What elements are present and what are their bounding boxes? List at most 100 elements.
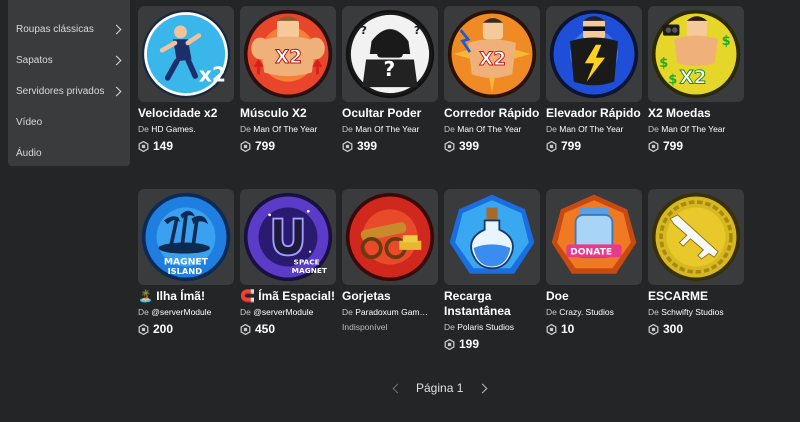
creator-link[interactable]: Man Of The Year [661,124,725,134]
chevron-right-icon [111,55,122,66]
potion-icon [449,194,535,274]
creator-link[interactable]: Polaris Studios [457,322,514,332]
item-name[interactable]: ESCARME [648,289,744,304]
item-name[interactable]: 🧲 Ímã Espacial! [240,289,336,304]
item-status: Indisponível [342,322,388,332]
svg-text:?: ? [384,57,396,81]
svg-text:?: ? [414,24,420,37]
item-creator: De Man Of The Year [240,124,318,134]
item-price: 399 [444,139,540,153]
svg-text:ISLAND: ISLAND [168,266,203,276]
sidebar-item-label: Roupas clássicas [16,24,94,35]
item-name[interactable]: Ocultar Poder [342,106,438,121]
item-price: 199 [444,337,540,351]
item-price: 799 [240,139,336,153]
robux-icon [240,140,251,152]
sidebar-item-shoes[interactable]: Sapatos [8,45,130,76]
item-card[interactable]: ESCARME De Schwifty Studios 300 [648,189,744,336]
svg-text:?: ? [361,24,367,37]
creator-link[interactable]: Schwifty Studios [661,307,723,317]
item-creator: De Polaris Studios [444,322,514,332]
chevron-right-icon [111,86,122,97]
item-thumbnail[interactable]: x2 [138,6,234,102]
robux-icon [444,338,455,350]
sidebar-item-label: Áudio [16,148,42,159]
item-name[interactable]: Velocidade x2 [138,106,234,121]
creator-link[interactable]: @serverModule [151,307,211,317]
item-price: 300 [648,322,744,336]
creator-link[interactable]: Man Of The Year [457,124,521,134]
item-creator: De @serverModule [138,307,212,317]
creator-link[interactable]: @serverModule [253,307,313,317]
creator-link[interactable]: Man Of The Year [559,124,623,134]
item-thumbnail[interactable]: X2 [240,6,336,102]
svg-text:x2: x2 [199,63,226,87]
space-magnet-icon: SPACE MAGNET [243,192,333,282]
item-card[interactable]: Gorjetas De Paradoxum Gam… Indisponível [342,189,438,332]
item-card[interactable]: DONATE Doe De Crazy. Studios 10 [546,189,642,336]
item-card[interactable]: X2 Músculo X2 De Man Of The Year 799 [240,6,336,153]
sidebar-item-private-servers[interactable]: Servidores privados [8,76,130,107]
previous-page-button[interactable] [386,377,408,399]
item-creator: De Paradoxum Gam… [342,307,428,317]
item-thumbnail[interactable]: X2 [444,6,540,102]
robux-icon [648,323,659,335]
item-thumbnail[interactable] [444,189,540,285]
creator-link[interactable]: Crazy. Studios [559,307,614,317]
sidebar-item-classic-clothes[interactable]: Roupas clássicas [8,14,130,45]
item-card[interactable]: SPACE MAGNET 🧲 Ímã Espacial! De @serverM… [240,189,336,336]
creator-link[interactable]: HD Games. [151,124,195,134]
item-thumbnail[interactable]: DONATE [546,189,642,285]
chevron-right-icon [111,24,122,35]
robux-icon [138,140,149,152]
item-price: 799 [546,139,642,153]
creator-link[interactable]: Paradoxum Gam… [355,307,428,317]
item-card[interactable]: MAGNET ISLAND 🏝️ Ilha Ímã! De @serverMod… [138,189,234,336]
item-thumbnail[interactable]: SPACE MAGNET [240,189,336,285]
robux-icon [546,140,557,152]
svg-text:X2: X2 [275,47,302,68]
item-name[interactable]: Doe [546,289,642,304]
category-sidebar: Roupas clássicas Sapatos Servidores priv… [8,0,130,166]
sidebar-item-audio[interactable]: Áudio [8,138,130,169]
creator-link[interactable]: Man Of The Year [253,124,317,134]
item-name[interactable]: X2 Moedas [648,106,744,121]
item-card[interactable]: x2 Velocidade x2 De HD Games. 149 [138,6,234,153]
svg-text:MAGNET: MAGNET [292,266,327,275]
chevron-left-icon [392,383,402,393]
creator-link[interactable]: Man Of The Year [355,124,419,134]
item-card[interactable]: X2 Corredor Rápido De Man Of The Year 39… [444,6,540,153]
item-name[interactable]: Gorjetas [342,289,438,304]
item-thumbnail[interactable] [648,189,744,285]
item-card[interactable]: Elevador Rápido De Man Of The Year 799 [546,6,642,153]
item-card[interactable]: ? ? ? Ocultar Poder De Man Of The Year 3… [342,6,438,153]
item-name[interactable]: 🏝️ Ilha Ímã! [138,289,234,304]
item-price: 799 [648,139,744,153]
item-name[interactable]: Corredor Rápido [444,106,540,121]
item-thumbnail[interactable]: ? ? ? [342,6,438,102]
next-page-button[interactable] [471,377,493,399]
tips-cannon-icon [345,192,435,282]
coins-x2-icon: $ $ X2 $ [651,9,741,99]
robux-icon [444,140,455,152]
robux-icon [240,323,251,335]
item-price: 450 [240,322,336,336]
page-label: Página 1 [416,381,464,395]
robux-icon [138,323,149,335]
item-name[interactable]: Recarga Instantânea [444,289,540,319]
robux-icon [546,323,557,335]
item-thumbnail[interactable]: $ $ X2 $ [648,6,744,102]
sidebar-item-label: Vídeo [16,117,43,128]
item-name[interactable]: Músculo X2 [240,106,336,121]
item-price: 399 [342,139,438,153]
item-thumbnail[interactable] [342,189,438,285]
svg-text:$: $ [668,72,677,87]
item-name[interactable]: Elevador Rápido [546,106,642,121]
item-thumbnail[interactable] [546,6,642,102]
item-thumbnail[interactable]: MAGNET ISLAND [138,189,234,285]
sidebar-item-video[interactable]: Vídeo [8,107,130,138]
item-card[interactable]: Recarga Instantânea De Polaris Studios 1… [444,189,540,351]
item-card[interactable]: $ $ X2 $ X2 Moedas De Man Of The Year 79… [648,6,744,153]
item-creator: De Man Of The Year [342,124,420,134]
speed-x2-icon: x2 [141,9,231,99]
